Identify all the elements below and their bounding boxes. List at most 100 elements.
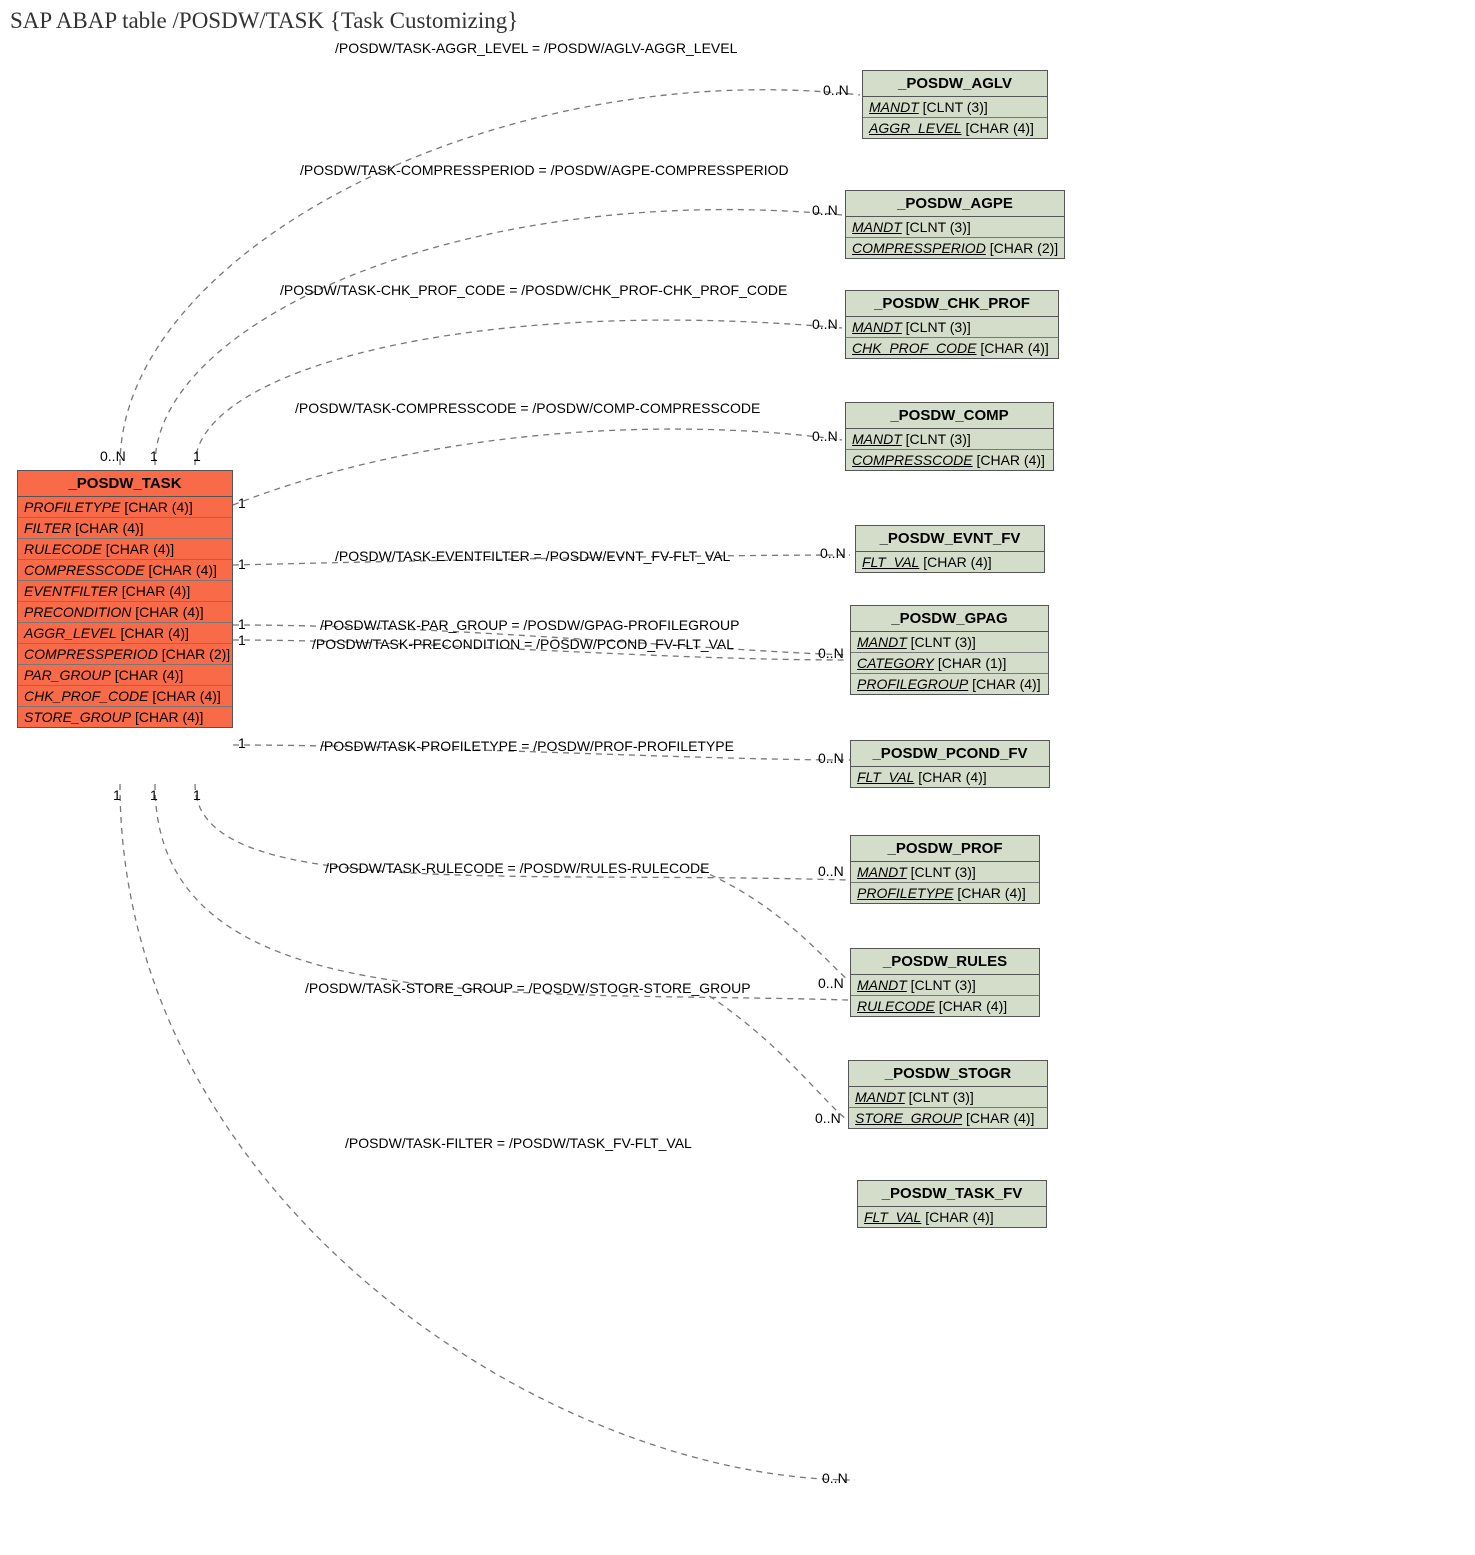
relation-label: /POSDW/TASK-CHK_PROF_CODE = /POSDW/CHK_P… <box>280 282 787 298</box>
entity-posdw-stogr: _POSDW_STOGR MANDT [CLNT (3)] STORE_GROU… <box>848 1060 1048 1129</box>
field-name: MANDT <box>852 219 902 235</box>
field-type: [CHAR (4)] <box>925 1209 993 1225</box>
field-name: MANDT <box>852 319 902 335</box>
field-name: PROFILETYPE <box>24 499 120 515</box>
entity-posdw-evnt-fv: _POSDW_EVNT_FV FLT_VAL [CHAR (4)] <box>855 525 1045 573</box>
diagram-title: SAP ABAP table /POSDW/TASK {Task Customi… <box>10 8 518 34</box>
field-type: [CHAR (4)] <box>124 499 192 515</box>
field-type: [CHAR (4)] <box>148 562 216 578</box>
entity-posdw-chk-prof: _POSDW_CHK_PROF MANDT [CLNT (3)] CHK_PRO… <box>845 290 1059 359</box>
cardinality: 0..N <box>823 82 849 98</box>
field-type: [CHAR (4)] <box>135 709 203 725</box>
relation-label: /POSDW/TASK-EVENTFILTER = /POSDW/EVNT_FV… <box>335 548 730 564</box>
entity-posdw-rules: _POSDW_RULES MANDT [CLNT (3)] RULECODE [… <box>850 948 1040 1017</box>
field-name: PROFILETYPE <box>857 885 953 901</box>
relation-label: /POSDW/TASK-COMPRESSCODE = /POSDW/COMP-C… <box>295 400 760 416</box>
entity-posdw-aglv: _POSDW_AGLV MANDT [CLNT (3)] AGGR_LEVEL … <box>862 70 1048 139</box>
field-name: AGGR_LEVEL <box>24 625 117 641</box>
field-name: FILTER <box>24 520 71 536</box>
cardinality: 1 <box>150 448 158 464</box>
field-type: [CHAR (2)] <box>162 646 230 662</box>
cardinality: 1 <box>238 616 246 632</box>
entity-header: _POSDW_CHK_PROF <box>846 291 1058 317</box>
field-name: STORE_GROUP <box>24 709 131 725</box>
field-type: [CLNT (3)] <box>906 319 971 335</box>
entity-posdw-comp: _POSDW_COMP MANDT [CLNT (3)] COMPRESSCOD… <box>845 402 1054 471</box>
cardinality: 1 <box>238 556 246 572</box>
entity-header: _POSDW_EVNT_FV <box>856 526 1044 552</box>
cardinality: 0..N <box>812 428 838 444</box>
entity-header: _POSDW_AGPE <box>846 191 1064 217</box>
relation-label: /POSDW/TASK-COMPRESSPERIOD = /POSDW/AGPE… <box>300 162 789 178</box>
relation-label: /POSDW/TASK-PRECONDITION = /POSDW/PCOND_… <box>312 636 734 652</box>
cardinality: 0..N <box>812 316 838 332</box>
entity-posdw-gpag: _POSDW_GPAG MANDT [CLNT (3)] CATEGORY [C… <box>850 605 1049 695</box>
field-name: PRECONDITION <box>24 604 131 620</box>
entity-header: _POSDW_AGLV <box>863 71 1047 97</box>
field-type: [CHAR (4)] <box>152 688 220 704</box>
entity-header: _POSDW_COMP <box>846 403 1053 429</box>
field-type: [CLNT (3)] <box>923 99 988 115</box>
cardinality: 1 <box>238 632 246 648</box>
field-name: MANDT <box>855 1089 905 1105</box>
relation-label: /POSDW/TASK-STORE_GROUP = /POSDW/STOGR-S… <box>305 980 751 996</box>
field-type: [CHAR (4)] <box>106 541 174 557</box>
cardinality: 0..N <box>818 863 844 879</box>
field-type: [CHAR (4)] <box>135 604 203 620</box>
field-type: [CHAR (4)] <box>972 676 1040 692</box>
field-name: MANDT <box>857 864 907 880</box>
field-type: [CHAR (4)] <box>75 520 143 536</box>
entity-header: _POSDW_PCOND_FV <box>851 741 1049 767</box>
cardinality: 0..N <box>818 645 844 661</box>
field-name: MANDT <box>857 977 907 993</box>
relation-label: /POSDW/TASK-RULECODE = /POSDW/RULES-RULE… <box>325 860 709 876</box>
field-name: AGGR_LEVEL <box>869 120 962 136</box>
field-type: [CHAR (4)] <box>957 885 1025 901</box>
field-type: [CHAR (4)] <box>976 452 1044 468</box>
relation-label: /POSDW/TASK-PROFILETYPE = /POSDW/PROF-PR… <box>320 738 734 754</box>
field-type: [CHAR (4)] <box>122 583 190 599</box>
field-type: [CHAR (1)] <box>938 655 1006 671</box>
field-name: FLT_VAL <box>857 769 914 785</box>
field-name: FLT_VAL <box>864 1209 921 1225</box>
field-name: COMPRESSPERIOD <box>852 240 986 256</box>
field-name: CHK_PROF_CODE <box>24 688 148 704</box>
field-name: RULECODE <box>857 998 935 1014</box>
cardinality: 1 <box>113 787 121 803</box>
field-type: [CLNT (3)] <box>906 431 971 447</box>
entity-header: _POSDW_GPAG <box>851 606 1048 632</box>
entity-posdw-task-fv: _POSDW_TASK_FV FLT_VAL [CHAR (4)] <box>857 1180 1047 1228</box>
field-name: MANDT <box>869 99 919 115</box>
field-type: [CHAR (4)] <box>966 120 1034 136</box>
field-type: [CHAR (4)] <box>966 1110 1034 1126</box>
field-type: [CHAR (4)] <box>918 769 986 785</box>
relation-label: /POSDW/TASK-AGGR_LEVEL = /POSDW/AGLV-AGG… <box>335 40 737 56</box>
field-type: [CLNT (3)] <box>911 977 976 993</box>
field-name: STORE_GROUP <box>855 1110 962 1126</box>
field-type: [CHAR (4)] <box>939 998 1007 1014</box>
cardinality: 1 <box>238 495 246 511</box>
field-type: [CHAR (4)] <box>115 667 183 683</box>
cardinality: 0..N <box>100 448 126 464</box>
entity-header: _POSDW_TASK_FV <box>858 1181 1046 1207</box>
field-name: MANDT <box>857 634 907 650</box>
cardinality: 0..N <box>815 1110 841 1126</box>
field-name: COMPRESSPERIOD <box>24 646 158 662</box>
cardinality: 0..N <box>822 1470 848 1486</box>
cardinality: 0..N <box>820 545 846 561</box>
entity-posdw-prof: _POSDW_PROF MANDT [CLNT (3)] PROFILETYPE… <box>850 835 1040 904</box>
cardinality: 1 <box>193 448 201 464</box>
field-type: [CLNT (3)] <box>906 219 971 235</box>
field-name: CATEGORY <box>857 655 934 671</box>
field-type: [CLNT (3)] <box>909 1089 974 1105</box>
relation-label: /POSDW/TASK-FILTER = /POSDW/TASK_FV-FLT_… <box>345 1135 692 1151</box>
field-type: [CLNT (3)] <box>911 864 976 880</box>
field-type: [CHAR (4)] <box>923 554 991 570</box>
field-name: CHK_PROF_CODE <box>852 340 976 356</box>
field-type: [CLNT (3)] <box>911 634 976 650</box>
field-name: EVENTFILTER <box>24 583 118 599</box>
er-diagram: SAP ABAP table /POSDW/TASK {Task Customi… <box>0 0 1475 1555</box>
field-name: FLT_VAL <box>862 554 919 570</box>
cardinality: 0..N <box>812 202 838 218</box>
field-name: COMPRESSCODE <box>852 452 973 468</box>
